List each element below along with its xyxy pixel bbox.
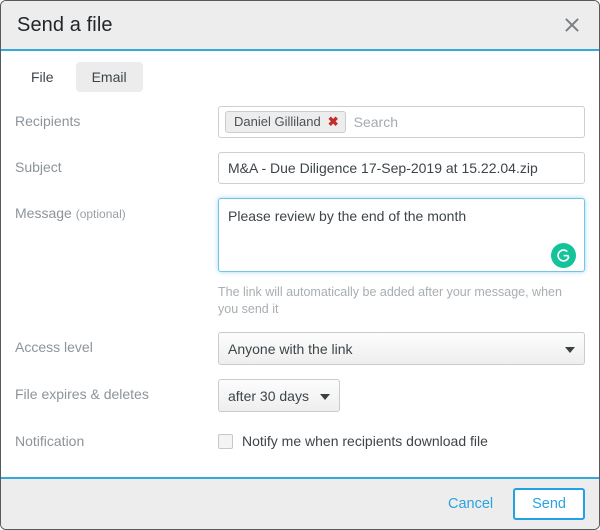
message-wrap: Please review by the end of the month <box>218 198 585 277</box>
send-a-file-dialog: Send a file File Email Recipients Daniel… <box>0 0 600 530</box>
recipients-field[interactable]: Daniel Gilliland ✖ <box>218 106 585 138</box>
message-row: Message (optional) Please review by the … <box>15 198 585 318</box>
recipient-remove-icon[interactable]: ✖ <box>328 116 339 128</box>
file-expiry-select[interactable]: after 30 days <box>218 379 340 412</box>
access-level-select[interactable]: Anyone with the link <box>218 332 585 365</box>
notification-label: Notification <box>15 426 218 450</box>
access-level-label: Access level <box>15 332 218 356</box>
tab-file[interactable]: File <box>15 62 70 92</box>
dialog-header: Send a file <box>1 1 599 51</box>
page-title: Send a file <box>17 14 113 37</box>
file-expiry-label: File expires & deletes <box>15 379 218 403</box>
notify-checkbox-label[interactable]: Notify me when recipients download file <box>242 433 488 449</box>
message-textarea[interactable]: Please review by the end of the month <box>218 198 585 272</box>
file-expiry-row: File expires & deletes after 30 days <box>15 379 585 412</box>
access-level-select-wrap: Anyone with the link <box>218 332 585 365</box>
cancel-button[interactable]: Cancel <box>436 488 505 520</box>
message-label-text: Message <box>15 205 72 221</box>
close-icon[interactable] <box>559 12 585 38</box>
dialog-body: Recipients Daniel Gilliland ✖ Subject <box>1 100 599 477</box>
subject-control <box>218 152 585 184</box>
message-label: Message (optional) <box>15 198 218 223</box>
recipients-control: Daniel Gilliland ✖ <box>218 106 585 138</box>
file-expiry-select-wrap: after 30 days <box>218 379 340 412</box>
subject-input[interactable] <box>218 152 585 184</box>
message-label-optional: (optional) <box>76 207 126 221</box>
message-help-text: The link will automatically be added aft… <box>218 284 570 318</box>
notify-checkbox[interactable] <box>218 434 233 449</box>
notification-row: Notification Notify me when recipients d… <box>15 426 585 450</box>
subject-row: Subject <box>15 152 585 184</box>
recipient-chip: Daniel Gilliland ✖ <box>225 111 346 133</box>
subject-label: Subject <box>15 152 218 176</box>
grammarly-icon[interactable] <box>551 243 576 268</box>
access-level-row: Access level Anyone with the link <box>15 332 585 365</box>
access-level-control: Anyone with the link <box>218 332 585 365</box>
send-button[interactable]: Send <box>513 488 585 520</box>
file-expiry-control: after 30 days <box>218 379 585 412</box>
recipients-search-input[interactable] <box>346 110 578 134</box>
recipients-row: Recipients Daniel Gilliland ✖ <box>15 106 585 138</box>
dialog-tabs: File Email <box>1 51 599 100</box>
recipient-chip-label: Daniel Gilliland <box>234 115 321 129</box>
dialog-footer: Cancel Send <box>1 477 599 529</box>
tab-email[interactable]: Email <box>76 62 143 92</box>
notification-control: Notify me when recipients download file <box>218 426 585 449</box>
recipients-label: Recipients <box>15 106 218 130</box>
message-control: Please review by the end of the month Th… <box>218 198 585 318</box>
notification-checkbox-row: Notify me when recipients download file <box>218 426 585 449</box>
